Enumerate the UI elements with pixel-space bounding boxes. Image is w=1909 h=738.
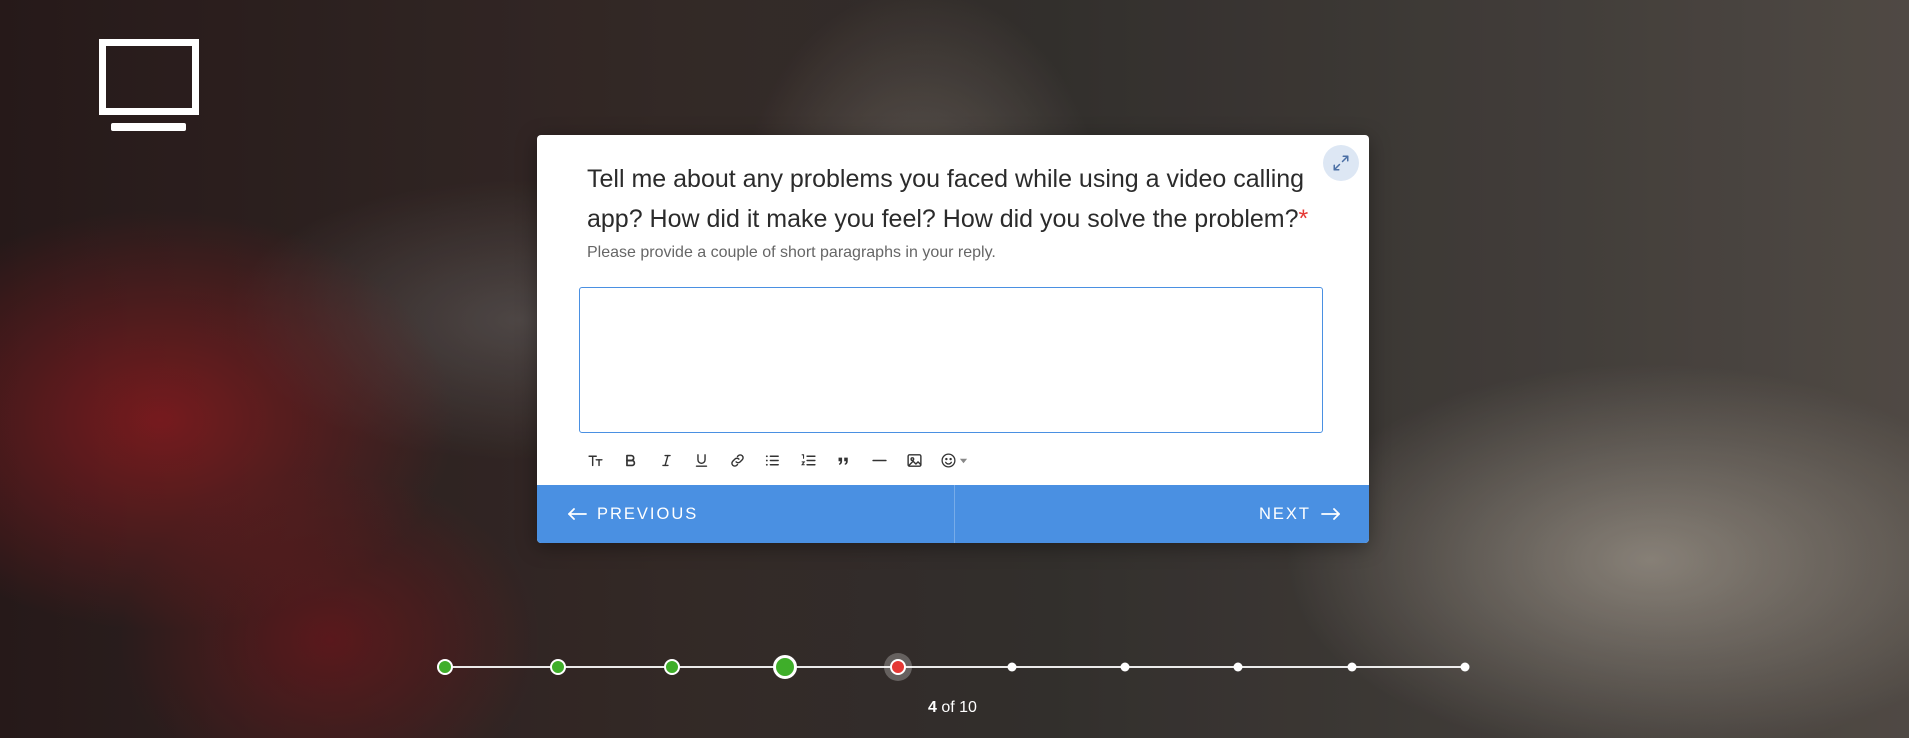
italic-button[interactable] [652, 447, 680, 473]
numbered-list-button[interactable] [794, 447, 822, 473]
quote-icon [838, 457, 848, 465]
progress-stepper [437, 655, 1470, 679]
emoji-button[interactable] [936, 447, 972, 473]
underline-icon [695, 453, 708, 467]
underline-button[interactable] [688, 447, 716, 473]
expand-button[interactable] [1323, 145, 1359, 181]
progress-step-6[interactable] [1007, 662, 1017, 672]
step-separator: of [941, 699, 955, 716]
text-size-icon [587, 455, 603, 466]
next-label: NEXT [1258, 504, 1311, 523]
progress-step-5[interactable] [890, 659, 907, 675]
progress-step-10[interactable] [1460, 662, 1470, 672]
question-card: Tell me about any problems you faced whi… [537, 135, 1369, 543]
previous-label: PREVIOUS [597, 504, 699, 523]
previous-button[interactable]: PREVIOUS [537, 485, 955, 543]
progress-step-8[interactable] [1233, 662, 1243, 672]
progress-step-4[interactable] [773, 655, 797, 679]
link-icon [730, 453, 744, 467]
expand-icon [1333, 155, 1349, 171]
navigation-bar: PREVIOUS NEXT [537, 485, 1369, 543]
image-icon [907, 453, 922, 467]
progress-step-9[interactable] [1347, 662, 1357, 672]
italic-icon [661, 454, 671, 466]
formatting-toolbar [581, 447, 980, 473]
question-text: Tell me about any problems you faced whi… [587, 165, 1305, 233]
quote-button[interactable] [830, 447, 858, 473]
caret-down-icon [959, 458, 968, 463]
emoji-icon [941, 452, 956, 468]
required-mark: * [1298, 205, 1309, 233]
answer-textarea[interactable] [579, 287, 1323, 433]
step-counter: 4 of 10 [928, 699, 977, 717]
progress-step-2[interactable] [550, 659, 567, 675]
bold-icon [626, 454, 636, 466]
bold-button[interactable] [617, 447, 645, 473]
arrow-right-icon [1321, 508, 1340, 520]
question-title: Tell me about any problems you faced whi… [587, 159, 1317, 239]
progress-step-1[interactable] [437, 659, 453, 675]
bullet-list-icon [765, 454, 779, 466]
progress-line [445, 666, 1465, 668]
logo [99, 39, 199, 131]
current-step: 4 [928, 699, 937, 716]
numbered-list-icon [800, 453, 816, 465]
bullet-list-button[interactable] [759, 447, 787, 473]
progress-step-7[interactable] [1120, 662, 1130, 672]
total-steps: 10 [959, 699, 977, 716]
horizontal-rule-button[interactable] [865, 447, 893, 473]
horizontal-rule-icon [871, 459, 887, 461]
image-button[interactable] [901, 447, 929, 473]
arrow-left-icon [568, 508, 587, 520]
question-hint: Please provide a couple of short paragra… [587, 244, 996, 261]
progress-step-3[interactable] [663, 659, 680, 675]
text-size-button[interactable] [581, 447, 609, 473]
link-button[interactable] [723, 447, 751, 473]
next-button[interactable]: NEXT [955, 485, 1370, 543]
